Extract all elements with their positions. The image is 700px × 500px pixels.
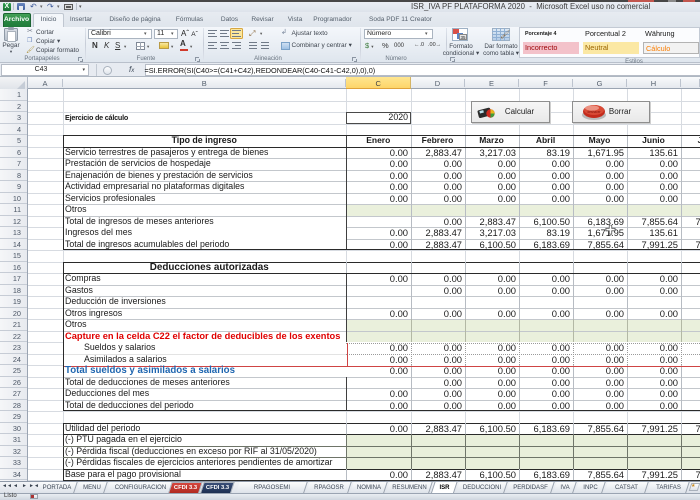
svg-text:deshacer: deshacer (587, 110, 601, 114)
